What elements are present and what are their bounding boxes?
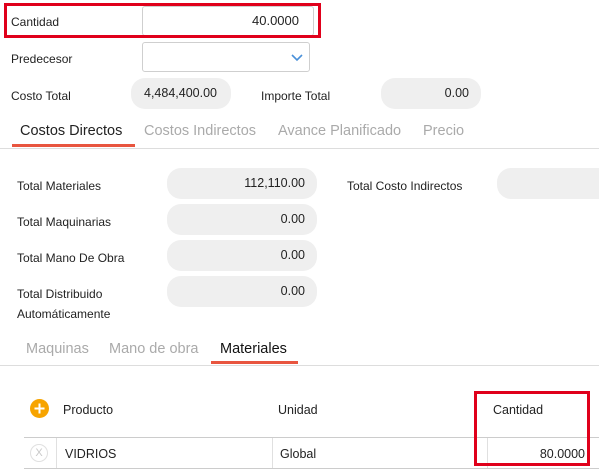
column-header-producto: Producto (63, 403, 114, 417)
total-maquinarias-value: 0.00 (167, 204, 317, 235)
importe-total-value: 0.00 (381, 78, 481, 109)
total-distribuido-value: 0.00 (167, 276, 317, 307)
costo-total-value: 4,484,400.00 (131, 78, 231, 109)
importe-total-label: Importe Total (261, 89, 331, 103)
add-material-button[interactable] (30, 399, 49, 418)
close-icon: X (35, 447, 43, 459)
tab-costos-indirectos[interactable]: Costos Indirectos (144, 123, 256, 139)
predecesor-label: Predecesor (11, 52, 73, 66)
total-distribuido-label-line2: Automáticamente (17, 307, 111, 321)
producto-cell[interactable]: VIDRIOS (56, 438, 272, 468)
total-mano-obra-value: 0.00 (167, 240, 317, 271)
total-costo-indirectos-label: Total Costo Indirectos (347, 179, 463, 193)
costo-total-label: Costo Total (11, 89, 71, 103)
total-maquinarias-label: Total Maquinarias (17, 215, 112, 229)
tab-avance-planificado[interactable]: Avance Planificado (278, 123, 401, 139)
tab-precio[interactable]: Precio (423, 123, 464, 139)
subtab-materiales[interactable]: Materiales (220, 341, 287, 357)
unidad-cell[interactable]: Global (272, 438, 487, 468)
tab-costos-directos[interactable]: Costos Directos (20, 123, 122, 139)
sub-tabs: Maquinas Mano de obra Materiales (0, 335, 599, 366)
chevron-down-icon (291, 54, 303, 62)
producto-value: VIDRIOS (65, 447, 117, 461)
total-mano-obra-label: Total Mano De Obra (17, 251, 125, 265)
plus-circle-icon (34, 403, 45, 414)
total-costo-indirectos-value (497, 168, 599, 199)
main-tabs: Costos Directos Costos Indirectos Avance… (0, 118, 599, 149)
total-materiales-label: Total Materiales (17, 179, 102, 193)
unidad-value: Global (280, 447, 317, 461)
total-materiales-value: 112,110.00 (167, 168, 317, 199)
remove-row-button[interactable]: X (30, 444, 48, 462)
column-header-unidad: Unidad (278, 403, 318, 417)
total-distribuido-label: Total Distribuido (17, 287, 103, 301)
subtab-maquinas[interactable]: Maquinas (26, 341, 89, 357)
predecesor-select[interactable] (142, 42, 310, 72)
cantidad-highlight-box (4, 3, 321, 38)
cantidad-column-highlight-box (474, 391, 590, 466)
subtab-mano-de-obra[interactable]: Mano de obra (109, 341, 198, 357)
tab-active-underline (12, 144, 135, 147)
subtab-active-underline (211, 361, 298, 364)
costo-total-text: 4,484,400.00 (144, 86, 217, 100)
